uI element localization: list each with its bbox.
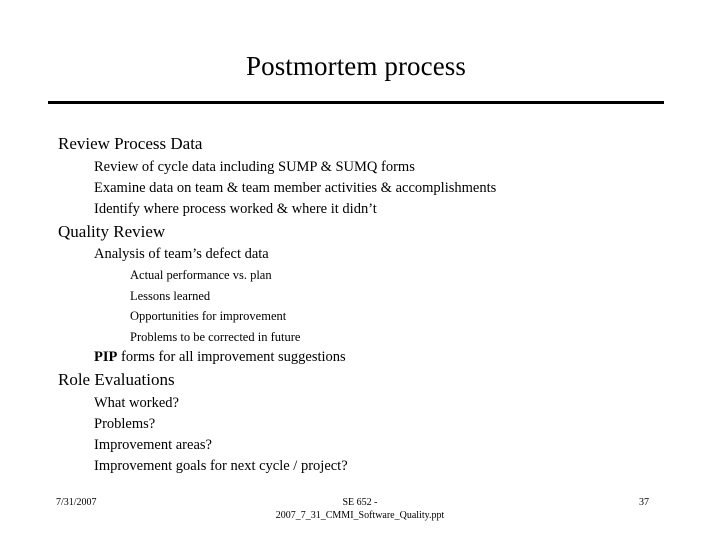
outline-item-level3: Lessons learned bbox=[130, 288, 211, 303]
outline-item-level2: Improvement goals for next cycle / proje… bbox=[94, 457, 348, 474]
footer-course-label: SE 652 - bbox=[342, 497, 378, 508]
outline-item-level1: Quality Review bbox=[58, 221, 166, 241]
outline-item-level1: Review Process Data bbox=[58, 134, 203, 153]
outline-item-level3: Problems to be corrected in future bbox=[130, 329, 301, 344]
footer-filename: 2007_7_31_CMMI_Software_Quality.ppt bbox=[275, 510, 445, 521]
outline-item-level2: What worked? bbox=[94, 394, 179, 411]
outline-body: Review Process Data Review of cycle data… bbox=[0, 132, 720, 477]
footer-page-number: 37 bbox=[639, 497, 649, 508]
outline-item-level2: Review of cycle data including SUMP & SU… bbox=[94, 158, 415, 175]
outline-item-level2-pip: PIP forms for all improvement suggestion… bbox=[94, 347, 720, 368]
outline-item-level1: Role Evaluations bbox=[58, 370, 175, 389]
outline-item-level2: Problems? bbox=[94, 415, 156, 432]
outline-item-level2: Analysis of team’s defect data bbox=[94, 246, 269, 262]
footer-center: SE 652 - 2007_7_31_CMMI_Software_Quality… bbox=[110, 496, 610, 522]
footer-date: 7/31/2007 bbox=[56, 497, 97, 508]
outline-item-level2: Improvement areas? bbox=[94, 436, 212, 453]
outline-item-level3: Actual performance vs. plan bbox=[130, 268, 272, 282]
title-divider bbox=[48, 101, 664, 104]
outline-item-level3: Opportunities for improvement bbox=[130, 309, 287, 323]
slide: Postmortem process Review Process Data R… bbox=[0, 0, 720, 540]
pip-rest: forms for all improvement suggestions bbox=[117, 349, 346, 365]
title-block: Postmortem process bbox=[48, 50, 664, 82]
pip-label: PIP bbox=[94, 349, 118, 365]
page-title: Postmortem process bbox=[245, 51, 467, 81]
outline-item-level2: Examine data on team & team member activ… bbox=[94, 179, 497, 196]
slide-footer: 7/31/2007 SE 652 - 2007_7_31_CMMI_Softwa… bbox=[0, 494, 720, 538]
outline-item-level2: Identify where process worked & where it… bbox=[94, 200, 377, 217]
